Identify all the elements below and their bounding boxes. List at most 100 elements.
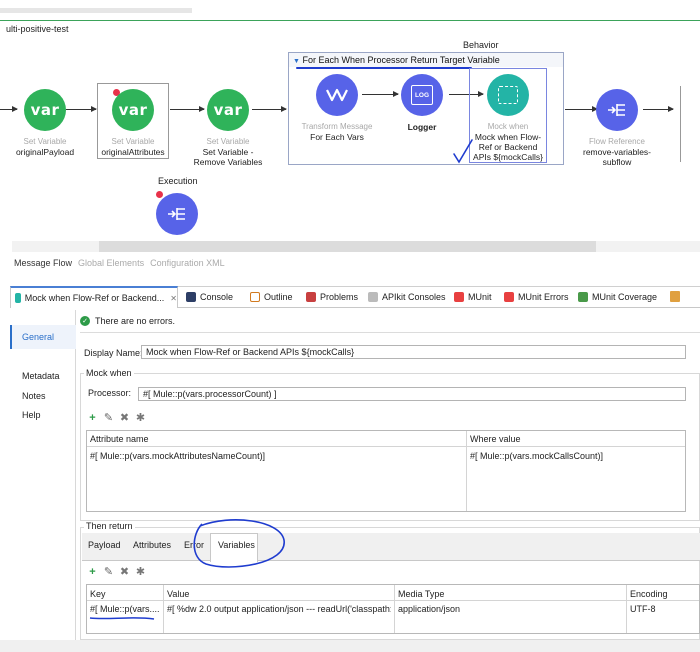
tab-configuration-xml[interactable]: Configuration XML <box>150 258 225 268</box>
scrollbar-thumb[interactable] <box>99 241 596 252</box>
execution-label: Execution <box>158 176 198 186</box>
validation-status: ✓ There are no errors. <box>80 316 175 326</box>
delete-all-icon[interactable]: ✱ <box>135 413 146 424</box>
mock-when-node[interactable]: Mock when Mock when Flow-Ref or Backend … <box>465 74 551 162</box>
column-header-value[interactable]: Value <box>167 589 189 599</box>
divider <box>80 332 700 333</box>
table-cell[interactable]: #[ Mule::p(vars.... <box>90 604 160 614</box>
annotation-circle <box>193 519 285 568</box>
close-icon[interactable]: ✕ <box>170 294 177 303</box>
transform-message-node[interactable]: Transform Message For Each Vars <box>294 74 380 142</box>
mock-when-title: Mock when <box>84 368 134 378</box>
tab-label: MUnit <box>468 292 492 302</box>
column-header-key[interactable]: Key <box>90 589 106 599</box>
set-variable-original-attributes[interactable]: var Set Variable originalAttributes <box>90 89 176 157</box>
apikit-icon <box>368 292 378 302</box>
tab-global-elements[interactable]: Global Elements <box>78 258 144 268</box>
display-name-input[interactable]: Mock when Flow-Ref or Backend APIs ${moc… <box>141 345 686 359</box>
subtab-attributes[interactable]: Attributes <box>133 540 171 550</box>
column-header-where-value[interactable]: Where value <box>470 434 521 444</box>
collapse-triangle-icon[interactable]: ▼ <box>293 58 300 65</box>
node-name: remove-variables-subflow <box>582 147 652 167</box>
add-icon[interactable]: + <box>87 413 98 424</box>
annotation-checkmark <box>453 139 473 164</box>
delete-icon[interactable]: ✖ <box>119 567 130 578</box>
transform-icon <box>316 74 358 116</box>
node-type: Mock when <box>487 122 529 131</box>
munit-coverage-icon <box>578 292 588 302</box>
table-cell[interactable]: #[ Mule::p(vars.mockCallsCount)] <box>470 451 680 461</box>
nav-notes[interactable]: Notes <box>22 391 46 401</box>
tab-outline[interactable]: Outline <box>250 286 293 308</box>
table-column-divider <box>163 585 164 633</box>
outline-icon <box>250 292 260 302</box>
annotation-underline <box>89 617 155 620</box>
node-type: Transform Message <box>301 122 373 131</box>
attributes-table[interactable] <box>86 430 686 512</box>
tab-label: Mock when Flow-Ref or Backend... <box>24 293 165 303</box>
edit-icon[interactable]: ✎ <box>103 567 114 578</box>
munit-errors-icon <box>504 292 514 302</box>
subtab-payload[interactable]: Payload <box>88 540 121 550</box>
flow-title: ulti-positive-test <box>6 24 69 34</box>
then-return-tabs <box>82 533 700 561</box>
table-cell[interactable]: application/json <box>398 604 622 614</box>
set-variable-original-payload[interactable]: var Set Variable originalPayload <box>2 89 88 157</box>
annotation-underline <box>296 67 472 69</box>
canvas-top-scrollbar[interactable] <box>0 8 192 13</box>
set-variable-remove-variables[interactable]: var Set Variable Set Variable - Remove V… <box>185 89 271 167</box>
nav-general[interactable]: General <box>22 332 54 342</box>
logger-node[interactable]: LOG Logger <box>379 74 465 132</box>
flow-arrow <box>643 106 674 112</box>
column-header-media-type[interactable]: Media Type <box>398 589 444 599</box>
tab-apikit-consoles[interactable]: APIkit Consoles <box>368 286 446 308</box>
var-icon: var <box>207 89 249 131</box>
table-header-border <box>87 446 685 447</box>
node-name: originalAttributes <box>101 147 165 157</box>
nav-help[interactable]: Help <box>22 410 41 420</box>
tab-label: Outline <box>264 292 293 302</box>
mock-icon <box>487 74 529 116</box>
check-icon: ✓ <box>80 316 90 326</box>
add-icon[interactable]: + <box>87 567 98 578</box>
behavior-label: Behavior <box>463 40 499 50</box>
breakpoint-dot[interactable] <box>156 191 163 198</box>
overflow-tab-icon[interactable] <box>670 291 680 302</box>
tab-message-flow[interactable]: Message Flow <box>14 258 72 268</box>
tab-problems[interactable]: Problems <box>306 286 358 308</box>
delete-all-icon[interactable]: ✱ <box>135 567 146 578</box>
logger-icon: LOG <box>401 74 443 116</box>
tab-mock-when-properties[interactable]: Mock when Flow-Ref or Backend... ✕ <box>10 286 178 308</box>
table-cell[interactable]: #[ Mule::p(vars.mockAttributesNameCount)… <box>90 451 460 461</box>
processor-input[interactable]: #[ Mule::p(vars.processorCount) ] <box>138 387 686 401</box>
table-cell[interactable]: #[ %dw 2.0 output application/json --- r… <box>167 604 391 614</box>
tab-label: Problems <box>320 292 359 302</box>
table-cell[interactable]: UTF-8 <box>630 604 696 614</box>
problems-icon <box>306 292 316 302</box>
table-column-divider <box>394 585 395 633</box>
tab-munit-errors[interactable]: MUnit Errors <box>504 286 569 308</box>
node-type: Flow Reference <box>588 137 646 146</box>
scope-title[interactable]: ▼ For Each When Processor Return Target … <box>293 55 500 65</box>
node-type: Set Variable <box>206 137 250 146</box>
delete-icon[interactable]: ✖ <box>119 413 130 424</box>
column-header-encoding[interactable]: Encoding <box>630 589 668 599</box>
node-name: Mock when Flow-Ref or Backend APIs ${moc… <box>473 132 543 162</box>
edit-icon[interactable]: ✎ <box>103 413 114 424</box>
nav-metadata[interactable]: Metadata <box>22 371 60 381</box>
flow-ref-icon[interactable] <box>156 193 198 235</box>
table-column-divider <box>626 585 627 633</box>
node-name: Set Variable - Remove Variables <box>193 147 263 167</box>
var-icon: var <box>24 89 66 131</box>
then-return-title: Then return <box>84 521 135 531</box>
column-header-attribute-name[interactable]: Attribute name <box>90 434 149 444</box>
flow-reference-node[interactable]: Flow Reference remove-variables-subflow <box>574 89 660 167</box>
display-name-label: Display Name: <box>84 348 143 358</box>
tab-munit[interactable]: MUnit <box>454 286 492 308</box>
node-name: Logger <box>407 122 437 132</box>
tab-console[interactable]: Console <box>186 286 233 308</box>
node-name: originalPayload <box>15 147 75 157</box>
properties-nav <box>10 310 76 652</box>
tab-munit-coverage[interactable]: MUnit Coverage <box>578 286 657 308</box>
tab-label: MUnit Coverage <box>592 292 658 302</box>
